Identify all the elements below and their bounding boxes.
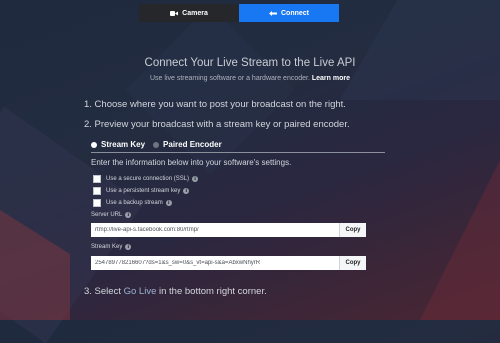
stream-key-input[interactable] (91, 256, 339, 270)
stream-key-field: Copy (91, 256, 366, 270)
stream-key-label-text: Stream Key (91, 244, 123, 250)
option-backup-stream: Use a backup stream i (93, 199, 172, 207)
radio-selected-icon (91, 141, 97, 148)
learn-more-link[interactable]: Learn more (312, 75, 350, 82)
info-icon[interactable]: i (125, 212, 132, 218)
background-shape (420, 160, 500, 320)
connect-icon (269, 10, 277, 17)
option-label: Use a backup stream (106, 200, 163, 206)
server-url-field: Copy (91, 223, 366, 237)
subtitle-text: Use live streaming software or a hardwar… (150, 75, 310, 82)
tab-camera-label: Camera (182, 9, 208, 17)
page-subtitle: Use live streaming software or a hardwar… (0, 75, 500, 82)
info-icon[interactable]: i (183, 188, 190, 194)
option-persistent-key: Use a persistent stream key i (93, 187, 190, 195)
tab-stream-key[interactable]: Stream Key (91, 140, 145, 149)
server-url-label-text: Server URL (91, 212, 123, 218)
step-3-suffix: in the bottom right corner. (159, 286, 267, 297)
tab-connect[interactable]: Connect (239, 4, 339, 22)
step-3: 3. Select Go Live in the bottom right co… (84, 286, 267, 297)
background-shape (339, 0, 500, 100)
step-2: 2. Preview your broadcast with a stream … (84, 119, 350, 130)
info-icon[interactable]: i (165, 200, 172, 206)
tab-stream-key-label: Stream Key (101, 140, 146, 149)
server-url-input[interactable] (91, 223, 339, 237)
tab-paired-encoder-label: Paired Encoder (163, 140, 222, 149)
radio-unselected-icon (153, 141, 160, 148)
tab-paired-encoder[interactable]: Paired Encoder (153, 140, 222, 149)
option-label: Use a persistent stream key (106, 188, 181, 194)
server-url-label: Server URL i (91, 212, 132, 218)
stream-mode-tabs: Stream Key Paired Encoder (91, 137, 385, 153)
background-shape (0, 210, 70, 320)
option-secure-connection: Use a secure connection (SSL) i (93, 175, 199, 183)
video-camera-icon (170, 10, 179, 17)
info-icon[interactable]: i (125, 244, 132, 250)
settings-instructions: Enter the information below into your so… (91, 158, 292, 167)
step-1: 1. Choose where you want to post your br… (84, 99, 346, 110)
option-label: Use a secure connection (SSL) (106, 176, 190, 182)
secure-connection-checkbox[interactable] (93, 175, 101, 183)
source-tabs: Camera Connect (139, 4, 339, 22)
tab-camera[interactable]: Camera (139, 4, 239, 22)
info-icon[interactable]: i (192, 176, 199, 182)
step-3-prefix: 3. Select (84, 286, 121, 297)
go-live-link: Go Live (123, 286, 157, 297)
backup-stream-checkbox[interactable] (93, 199, 101, 207)
page-title: Connect Your Live Stream to the Live API (144, 57, 356, 69)
tab-connect-label: Connect (281, 9, 309, 17)
copy-stream-key-button[interactable]: Copy (339, 256, 366, 270)
copy-server-url-button[interactable]: Copy (339, 223, 366, 237)
persistent-key-checkbox[interactable] (93, 187, 101, 195)
stream-key-label: Stream Key i (91, 244, 132, 250)
